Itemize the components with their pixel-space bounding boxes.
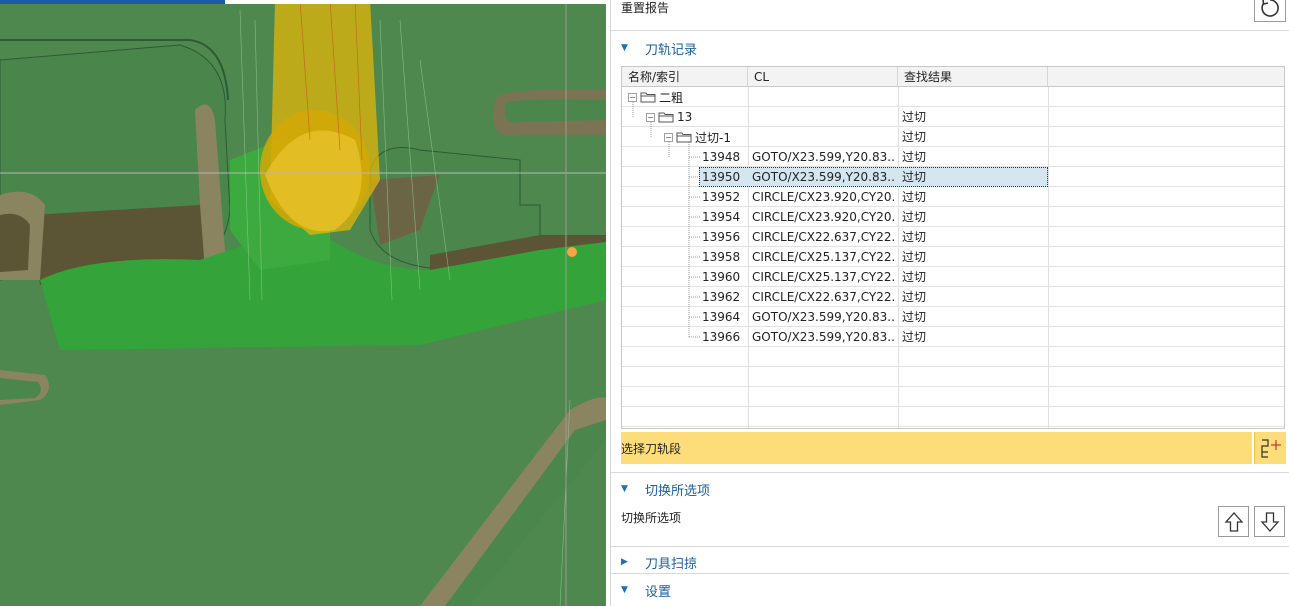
column-header-result[interactable]: 查找结果 bbox=[898, 67, 1048, 87]
move-up-button[interactable] bbox=[1218, 506, 1249, 537]
row-result: 过切 bbox=[902, 250, 927, 264]
tree-node-13[interactable]: − 13 bbox=[646, 107, 692, 127]
collapse-icon[interactable]: − bbox=[664, 132, 673, 142]
tree-node-ercu[interactable]: − 二粗 bbox=[628, 87, 683, 107]
result-cell: 过切 bbox=[902, 130, 927, 144]
reset-report-button[interactable] bbox=[1254, 0, 1286, 22]
row-cl: CIRCLE/CX22.637,CY22... bbox=[752, 290, 894, 304]
model-render bbox=[0, 0, 606, 606]
column-header-name[interactable]: 名称/索引 bbox=[622, 67, 748, 87]
row-index: 13948 bbox=[702, 150, 741, 164]
section-title: 切换所选项 bbox=[645, 483, 711, 499]
row-index: 13966 bbox=[702, 330, 741, 344]
row-cl: CIRCLE/CX25.137,CY22... bbox=[752, 270, 894, 284]
expanded-triangle-icon: ▼ bbox=[621, 585, 628, 595]
row-index: 13960 bbox=[702, 270, 741, 284]
table-header: 名称/索引 CL 查找结果 bbox=[622, 67, 1284, 87]
section-tool-sweep[interactable]: ▶ 刀具扫掠 bbox=[611, 549, 1289, 575]
arrow-down-icon bbox=[1260, 511, 1279, 532]
folder-icon bbox=[658, 112, 674, 123]
arrow-up-icon bbox=[1224, 511, 1243, 532]
reset-report-label: 重置报告 bbox=[621, 1, 670, 15]
section-toggle-selected[interactable]: ▼ 切换所选项 bbox=[611, 476, 1289, 502]
row-index: 13956 bbox=[702, 230, 741, 244]
row-result: 过切 bbox=[902, 190, 927, 204]
reset-report-row: 重置报告 bbox=[611, 0, 1289, 30]
viewport-top-strip bbox=[0, 0, 606, 4]
result-cell: 过切 bbox=[902, 110, 927, 124]
collapse-icon[interactable]: − bbox=[628, 92, 637, 102]
row-index: 13954 bbox=[702, 210, 741, 224]
row-cl: CIRCLE/CX23.920,CY20... bbox=[752, 190, 894, 204]
tree-node-label: 二粗 bbox=[659, 90, 684, 105]
overcut-marker bbox=[567, 247, 577, 257]
section-title: 设置 bbox=[645, 584, 672, 600]
row-index: 13950 bbox=[702, 170, 741, 184]
row-result: 过切 bbox=[902, 170, 927, 184]
row-cl: CIRCLE/CX23.920,CY20... bbox=[752, 210, 894, 224]
row-result: 过切 bbox=[902, 290, 927, 304]
section-toolpath-record[interactable]: ▼ 刀轨记录 bbox=[611, 35, 1289, 61]
toolpath-table[interactable]: 名称/索引 CL 查找结果 − 二粗 − 13 过切 − 过切-1 过切 139… bbox=[621, 66, 1285, 429]
toggle-selected-label: 切换所选项 bbox=[621, 511, 682, 525]
row-result: 过切 bbox=[902, 330, 927, 344]
tree-node-label: 过切-1 bbox=[695, 130, 731, 145]
row-index: 13964 bbox=[702, 310, 741, 324]
row-cl: GOTO/X23.599,Y20.83... bbox=[752, 150, 894, 164]
folder-icon bbox=[640, 92, 656, 103]
select-segment-icon bbox=[1260, 439, 1281, 458]
column-header-cl[interactable]: CL bbox=[748, 67, 898, 87]
section-settings[interactable]: ▼ 设置 bbox=[611, 577, 1289, 603]
row-cl: GOTO/X23.599,Y20.83... bbox=[752, 310, 894, 324]
section-title: 刀具扫掠 bbox=[645, 556, 698, 572]
row-cl: GOTO/X23.599,Y20.83... bbox=[752, 330, 894, 344]
expanded-triangle-icon: ▼ bbox=[621, 484, 628, 494]
row-index: 13958 bbox=[702, 250, 741, 264]
row-cl: GOTO/X23.599,Y20.83... bbox=[752, 170, 894, 184]
row-index: 13952 bbox=[702, 190, 741, 204]
move-down-button[interactable] bbox=[1254, 506, 1285, 537]
row-cl: CIRCLE/CX25.137,CY22... bbox=[752, 250, 894, 264]
select-toolpath-segment-bar[interactable]: 选择刀轨段 bbox=[621, 432, 1252, 464]
row-index: 13962 bbox=[702, 290, 741, 304]
row-result: 过切 bbox=[902, 270, 927, 284]
select-segment-button[interactable] bbox=[1254, 432, 1286, 464]
collapsed-triangle-icon: ▶ bbox=[621, 557, 628, 567]
report-panel: 重置报告 ▼ 刀轨记录 名称/索引 CL 查找结果 − 二粗 − 13 过切 −… bbox=[610, 0, 1289, 606]
row-result: 过切 bbox=[902, 150, 927, 164]
row-result: 过切 bbox=[902, 230, 927, 244]
reset-icon bbox=[1261, 0, 1279, 17]
expanded-triangle-icon: ▼ bbox=[621, 43, 628, 53]
row-result: 过切 bbox=[902, 310, 927, 324]
collapse-icon[interactable]: − bbox=[646, 112, 655, 122]
tree-node-label: 13 bbox=[677, 110, 693, 124]
row-cl: CIRCLE/CX22.637,CY22... bbox=[752, 230, 894, 244]
tree-node-overcut-1[interactable]: − 过切-1 bbox=[664, 127, 731, 147]
section-title: 刀轨记录 bbox=[645, 42, 698, 58]
folder-icon bbox=[676, 132, 692, 143]
row-result: 过切 bbox=[902, 210, 927, 224]
graphics-viewport[interactable] bbox=[0, 0, 606, 606]
select-toolpath-segment-label: 选择刀轨段 bbox=[621, 441, 682, 456]
